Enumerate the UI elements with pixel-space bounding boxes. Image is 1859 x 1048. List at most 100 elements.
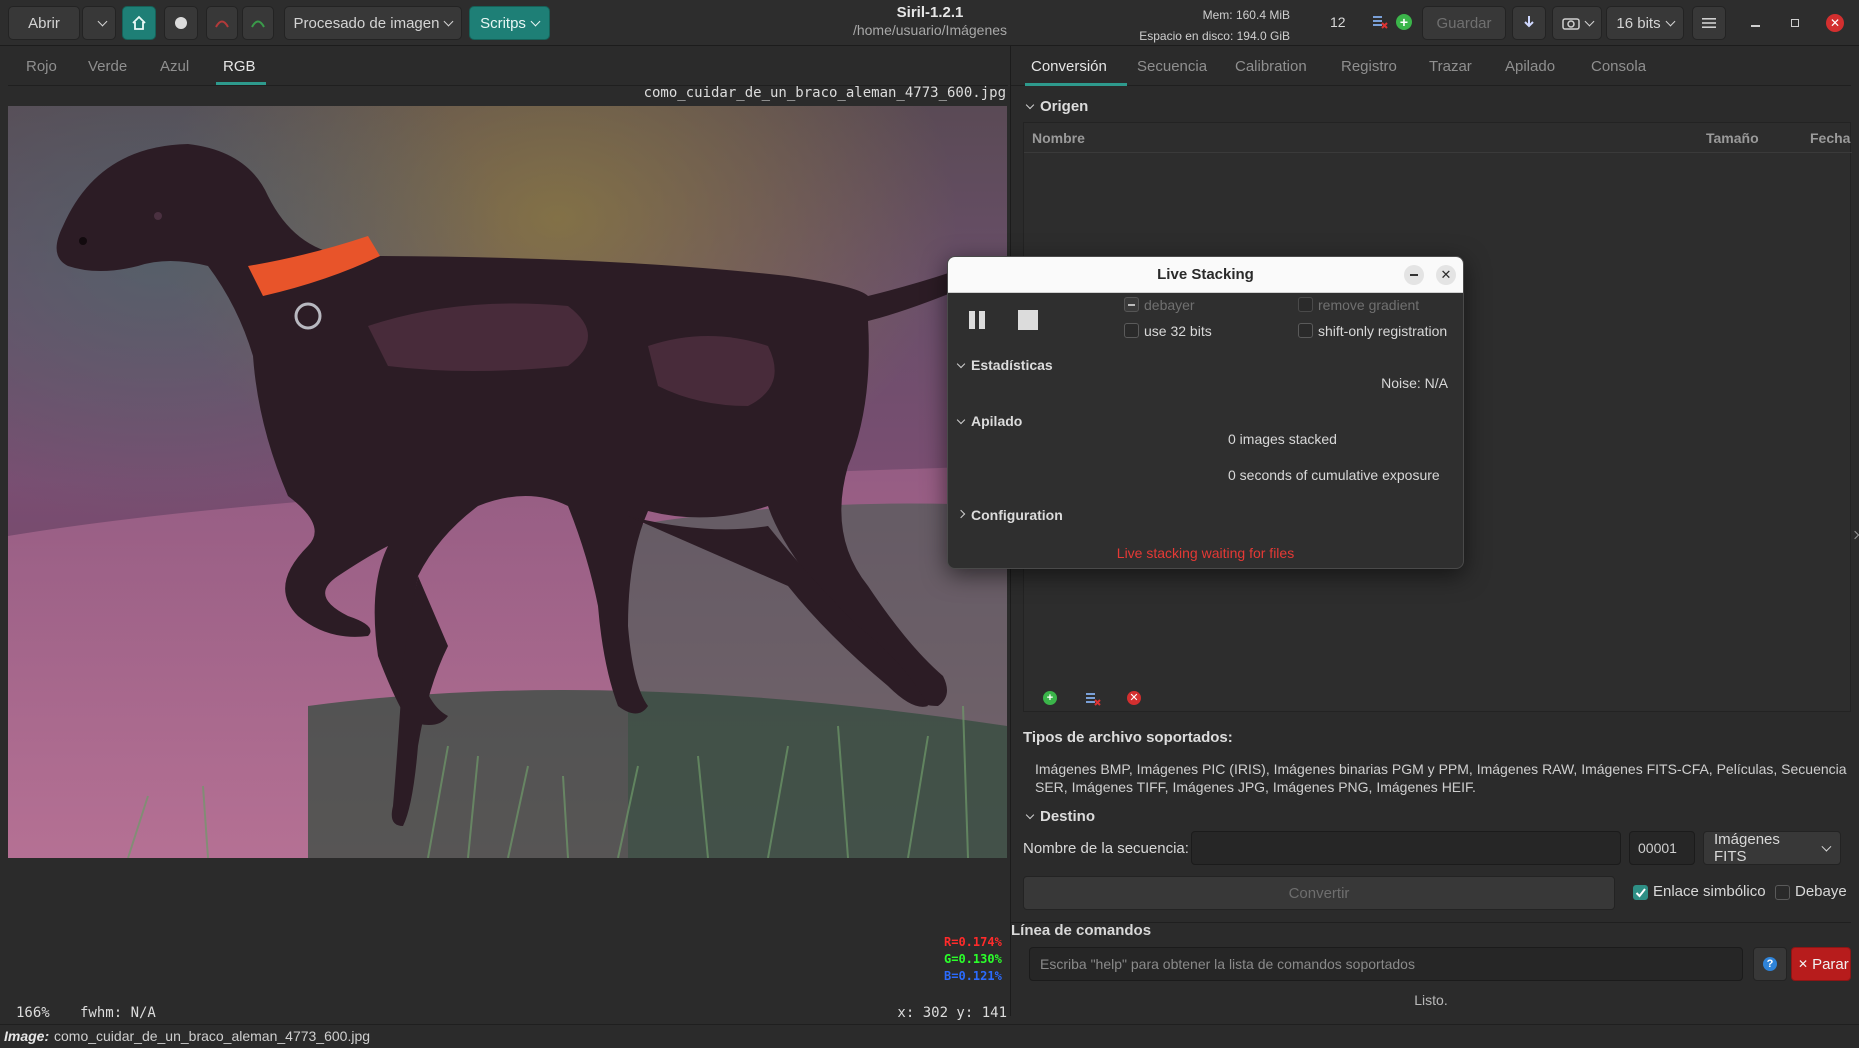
tab-calibration[interactable]: Calibration [1235,58,1307,75]
undo-icon [215,20,229,28]
blue-value: B=0.121% [944,969,1002,983]
file-list-header: Nombre Tamaño Fecha [1024,123,1852,153]
image-prefix: Image: [4,1028,50,1044]
supported-types-line-2: SER, Imágenes TIFF, Imágenes JPG, Imágen… [1035,779,1476,795]
stacking-section-title: Apilado [971,413,1023,429]
clear-selection-icon[interactable] [1085,691,1101,707]
command-line-title: Línea de comandos [1011,922,1152,939]
bit-depth-selector[interactable]: 16 bits [1606,6,1684,40]
pause-button[interactable] [966,309,988,331]
source-section-header[interactable]: Origen [1025,98,1089,115]
command-help-button[interactable]: ? [1753,947,1787,981]
redo-button[interactable] [242,6,274,40]
symlink-label: Enlace simbólico [1653,883,1766,900]
redo-icon [251,20,265,28]
undo-button[interactable] [206,6,238,40]
chevron-down-icon [530,16,541,26]
start-index-input[interactable]: 00001 [1629,831,1695,865]
symlink-checkbox[interactable] [1633,885,1648,900]
pause-icon [969,311,985,329]
column-size[interactable]: Tamaño [1706,130,1759,146]
tab-red[interactable]: Rojo [26,58,57,75]
save-button[interactable]: Guardar [1422,6,1506,40]
add-icon[interactable]: + [1396,14,1412,30]
working-directory: /home/usuario/Imágenes [852,22,1008,38]
threads-count[interactable]: 12 [1330,14,1346,30]
live-stacking-status: Live stacking waiting for files [1116,545,1295,561]
images-stacked: 0 images stacked [1228,431,1337,447]
configuration-section-header[interactable]: Configuration [956,507,1063,523]
clear-list-icon[interactable] [1372,14,1388,30]
tab-console[interactable]: Consola [1591,58,1646,75]
remove-gradient-checkbox[interactable] [1298,297,1313,312]
minimize-window-button[interactable] [1740,6,1770,40]
chevron-down-icon [97,16,107,26]
maximize-window-button[interactable] [1780,6,1810,40]
minimize-icon [1410,274,1418,276]
memory-usage: Mem: 160.4 MiB [1202,8,1290,22]
help-icon: ? [1763,957,1777,971]
convert-button[interactable]: Convertir [1023,876,1615,910]
save-as-button[interactable] [1512,6,1546,40]
expand-panel-icon[interactable] [1850,530,1859,540]
use-32-bits-checkbox[interactable] [1124,323,1139,338]
output-format-dropdown[interactable]: Imágenes FITS [1703,831,1841,865]
tab-stacking[interactable]: Apilado [1505,58,1555,75]
scripts-label: Scritps [480,14,526,32]
command-input[interactable]: Escriba "help" para obtener la lista de … [1029,947,1743,981]
image-processing-menu[interactable]: Procesado de imagen [284,6,462,40]
open-button[interactable]: Abrir [8,6,80,40]
command-status: Listo. [1414,992,1448,1008]
sequence-name-input[interactable] [1191,831,1621,865]
sequence-name-label: Nombre de la secuencia: [1023,840,1189,857]
home-button[interactable] [122,6,156,40]
shift-only-checkbox[interactable] [1298,323,1313,338]
dialog-close-button[interactable]: ✕ [1436,265,1456,285]
tab-blue[interactable]: Azul [160,58,189,75]
status-bar: Image: como_cuidar_de_un_braco_aleman_47… [0,1024,1859,1048]
remove-gradient-label: remove gradient [1318,297,1420,313]
image-processing-label: Procesado de imagen [293,14,440,32]
check-icon [1635,888,1646,898]
chevron-down-icon [1821,841,1832,851]
save-label: Guardar [1436,14,1492,32]
restore-icon [1791,19,1799,27]
minimize-icon [1750,25,1760,27]
tab-green[interactable]: Verde [88,58,127,75]
add-files-icon[interactable]: + [1043,691,1057,705]
stop-button[interactable]: ✕ Parar [1791,947,1851,981]
tab-sequence[interactable]: Secuencia [1137,58,1207,75]
close-window-button[interactable]: ✕ [1826,14,1844,32]
chevron-down-icon [444,16,454,26]
debayer-checkbox[interactable] [1124,297,1139,312]
remove-files-icon[interactable]: ✕ [1127,691,1141,705]
channel-tabs: Rojo Verde Azul RGB [8,48,1008,86]
stop-square-button[interactable] [1018,310,1038,330]
bit-depth-label: 16 bits [1616,14,1661,32]
supported-types-title: Tipos de archivo soportados: [1023,729,1233,746]
statistics-section-header[interactable]: Estadísticas [956,357,1053,373]
column-name[interactable]: Nombre [1032,130,1085,146]
tab-rgb[interactable]: RGB [223,58,256,75]
dialog-minimize-button[interactable] [1404,265,1424,285]
snapshot-button[interactable] [1552,6,1602,40]
scripts-menu[interactable]: Scritps [469,6,550,40]
destination-section-header[interactable]: Destino [1025,808,1095,825]
panel-tabs: Conversión Secuencia Calibration Registr… [1011,46,1851,86]
tab-registration[interactable]: Registro [1341,58,1397,75]
debayer-checkbox[interactable] [1775,885,1790,900]
tab-conversion[interactable]: Conversión [1031,58,1107,75]
recent-files-dropdown[interactable] [82,6,116,40]
fwhm-value: fwhm: N/A [80,1005,156,1021]
stacking-section-header[interactable]: Apilado [956,413,1023,429]
green-value: G=0.130% [944,952,1002,966]
image-viewport[interactable] [8,106,1007,858]
livestack-button[interactable] [164,6,198,40]
tab-plot[interactable]: Trazar [1429,58,1472,75]
zoom-level: 166% [16,1005,50,1021]
source-section-title: Origen [1040,98,1089,115]
column-date[interactable]: Fecha [1810,130,1850,146]
shift-only-label: shift-only registration [1318,323,1448,339]
main-menu-button[interactable] [1692,6,1726,40]
convert-label: Convertir [1288,884,1350,902]
